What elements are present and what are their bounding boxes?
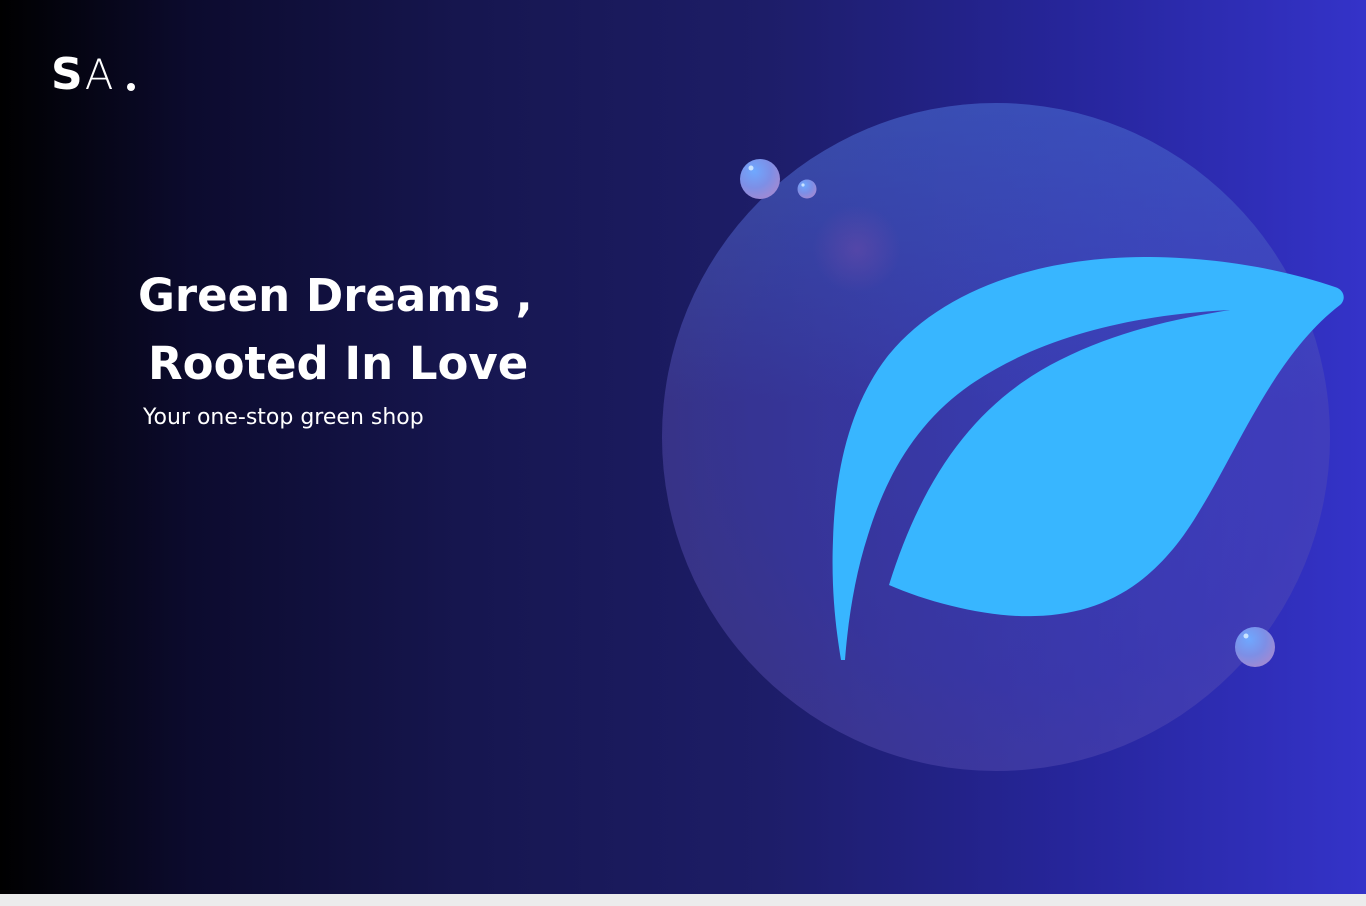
hero-section: S A Green Dreams , Rooted In Love Your o… xyxy=(0,0,1366,894)
bubble-icon xyxy=(1235,627,1275,667)
bubble-icon xyxy=(797,179,817,199)
page-bottom-strip xyxy=(0,894,1366,906)
bubble-icon xyxy=(740,159,780,199)
hero-illustration xyxy=(662,103,1344,771)
